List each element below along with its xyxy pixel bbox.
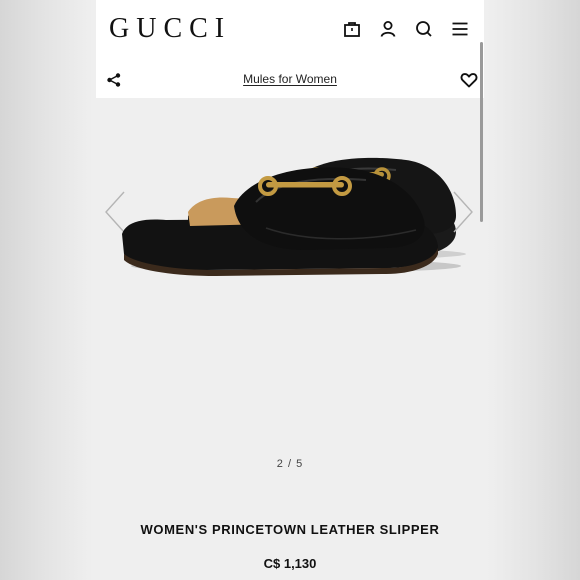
product-gallery (96, 98, 484, 438)
search-icon[interactable] (414, 19, 434, 39)
breadcrumb: Mules for Women (96, 72, 484, 86)
product-page: GUCCI Mules for Women 2 / 5 WOMEN'S PRIN… (96, 0, 484, 580)
site-header: GUCCI (96, 0, 484, 60)
product-image (116, 146, 466, 276)
gucci-logo[interactable]: GUCCI (109, 12, 231, 46)
image-pager: 2 / 5 (276, 458, 304, 470)
product-price: C$ 1,130 (263, 556, 317, 571)
account-icon[interactable] (378, 19, 398, 39)
next-image-arrow-icon[interactable] (452, 190, 474, 234)
menu-icon[interactable] (450, 19, 470, 39)
product-subbar: Mules for Women (96, 60, 484, 98)
product-name: WOMEN'S PRINCETOWN LEATHER SLIPPER (140, 522, 440, 537)
shopping-bag-icon[interactable] (342, 19, 362, 39)
heart-icon[interactable] (460, 71, 478, 89)
breadcrumb-link-mules[interactable]: Mules for Women (243, 72, 337, 86)
